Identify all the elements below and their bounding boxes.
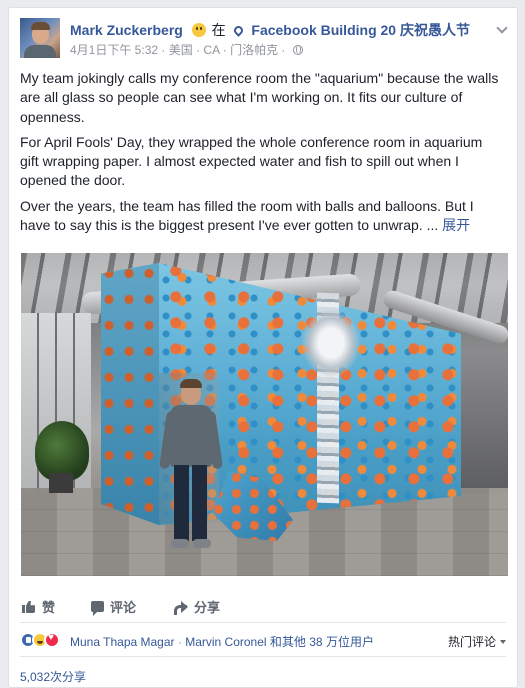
reactor-name[interactable]: Marvin Coronel xyxy=(185,635,266,649)
reaction-names: Muna Thapa Magar · Marvin Coronel 和其他 38… xyxy=(70,633,374,650)
photo-pot xyxy=(49,473,73,493)
comment-label: 评论 xyxy=(110,600,137,615)
at-text: 在 xyxy=(211,22,226,38)
person-leg xyxy=(174,465,189,541)
post-meta: 4月1日下午 5:32 · 美国 · CA · 门洛帕克 · xyxy=(70,41,303,58)
person-hair xyxy=(180,379,202,388)
love-reaction-icon xyxy=(44,632,60,648)
author-name[interactable]: Mark Zuckerberg xyxy=(70,22,183,38)
share-count[interactable]: 5,032次分享 xyxy=(20,668,86,685)
divider xyxy=(20,656,506,657)
event-link[interactable]: 庆祝愚人节 xyxy=(400,22,470,38)
region: 美国 · CA · 门洛帕克 · xyxy=(168,43,286,57)
share-icon xyxy=(174,600,188,615)
post-photo[interactable] xyxy=(21,253,508,576)
like-label: 赞 xyxy=(42,600,56,615)
comment-icon xyxy=(91,601,104,616)
comment-button[interactable]: 评论 xyxy=(91,597,136,616)
post-paragraph-text: For April Fools' Day, they wrapped the w… xyxy=(20,133,483,189)
share-label: 分享 xyxy=(194,600,221,615)
wrapped-room-side xyxy=(101,263,159,525)
reactor-others[interactable]: 和其他 38 万位用户 xyxy=(270,635,374,649)
post-title-line: Mark Zuckerberg 在 Facebook Building 20 庆… xyxy=(70,20,470,40)
post-body: My team jokingly calls my conference roo… xyxy=(20,69,500,241)
post-paragraph-text: Over the years, the team has filled the … xyxy=(20,197,474,234)
post-paragraph: My team jokingly calls my conference roo… xyxy=(20,70,499,125)
post-header: Mark Zuckerberg 在 Facebook Building 20 庆… xyxy=(20,18,508,62)
chevron-down-icon[interactable] xyxy=(496,22,508,34)
party-face-icon xyxy=(191,23,206,37)
see-more-link[interactable]: 展开 xyxy=(442,217,470,233)
post-paragraph: Over the years, the team has filled the … xyxy=(20,197,500,236)
avatar-shirt xyxy=(24,45,56,58)
share-button[interactable]: 分享 xyxy=(174,597,220,616)
person-leg xyxy=(192,465,207,541)
photo-plant xyxy=(35,421,89,481)
person-shoe xyxy=(193,539,211,548)
reactor-separator: · xyxy=(177,635,182,649)
post-card: Mark Zuckerberg 在 Facebook Building 20 庆… xyxy=(8,7,518,688)
person-torso xyxy=(170,405,212,467)
action-bar: 赞 评论 分享 xyxy=(20,591,506,619)
globe-icon[interactable] xyxy=(292,45,303,55)
reactions-summary: Muna Thapa Magar · Marvin Coronel 和其他 38… xyxy=(20,630,506,650)
reactor-name[interactable]: Muna Thapa Magar xyxy=(70,635,175,649)
like-button[interactable]: 赞 xyxy=(22,597,55,616)
person-shoe xyxy=(171,539,189,548)
avatar-hair xyxy=(31,22,50,30)
timestamp[interactable]: 4月1日下午 5:32 xyxy=(70,43,158,57)
divider xyxy=(20,622,506,623)
reaction-icons[interactable] xyxy=(20,632,68,648)
comment-sort-dropdown[interactable]: 热门评论 xyxy=(448,633,506,650)
post-paragraph: For April Fools' Day, they wrapped the w… xyxy=(20,133,500,191)
avatar[interactable] xyxy=(20,18,60,58)
bow xyxy=(301,308,361,378)
location-link[interactable]: Facebook Building 20 xyxy=(251,22,396,38)
location-pin-icon xyxy=(231,24,245,37)
person xyxy=(159,379,223,551)
like-icon xyxy=(22,600,36,613)
